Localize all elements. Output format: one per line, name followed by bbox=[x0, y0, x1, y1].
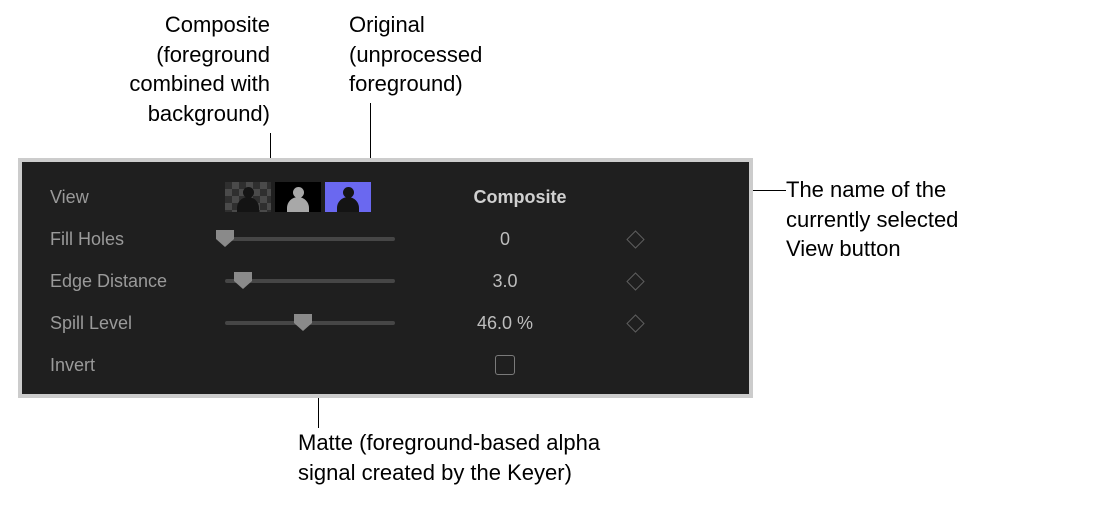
edge-distance-row: Edge Distance 3.0 bbox=[50, 260, 721, 302]
slider-thumb[interactable] bbox=[216, 230, 234, 247]
invert-label: Invert bbox=[50, 355, 225, 376]
fill-holes-row: Fill Holes 0 bbox=[50, 218, 721, 260]
spill-level-label: Spill Level bbox=[50, 313, 225, 334]
spill-level-slider[interactable] bbox=[225, 321, 395, 325]
keyframe-button[interactable] bbox=[626, 272, 644, 290]
annotation-original: Original (unprocessed foreground) bbox=[349, 10, 482, 99]
view-selected-name: Composite bbox=[473, 187, 566, 207]
view-original-button[interactable] bbox=[325, 182, 371, 212]
spill-level-value[interactable]: 46.0 % bbox=[405, 313, 605, 334]
keyer-inspector-panel: View Composite bbox=[22, 162, 749, 394]
edge-distance-value[interactable]: 3.0 bbox=[405, 271, 605, 292]
view-composite-button[interactable] bbox=[225, 182, 271, 212]
view-row: View Composite bbox=[50, 176, 721, 218]
view-label: View bbox=[50, 187, 225, 208]
fill-holes-value[interactable]: 0 bbox=[405, 229, 605, 250]
slider-thumb[interactable] bbox=[234, 272, 252, 289]
slider-thumb[interactable] bbox=[294, 314, 312, 331]
spill-level-row: Spill Level 46.0 % bbox=[50, 302, 721, 344]
view-matte-button[interactable] bbox=[275, 182, 321, 212]
keyframe-button[interactable] bbox=[626, 314, 644, 332]
annotation-matte: Matte (foreground-based alpha signal cre… bbox=[298, 428, 600, 487]
annotation-composite: Composite (foreground combined with back… bbox=[70, 10, 270, 129]
fill-holes-slider[interactable] bbox=[225, 237, 395, 241]
keyframe-button[interactable] bbox=[626, 230, 644, 248]
invert-row: Invert bbox=[50, 344, 721, 386]
inspector-panel-frame: View Composite bbox=[18, 158, 753, 398]
edge-distance-label: Edge Distance bbox=[50, 271, 225, 292]
view-button-group bbox=[225, 182, 405, 212]
fill-holes-label: Fill Holes bbox=[50, 229, 225, 250]
edge-distance-slider[interactable] bbox=[225, 279, 395, 283]
invert-checkbox[interactable] bbox=[495, 355, 515, 375]
annotation-view-name: The name of the currently selected View … bbox=[786, 175, 958, 264]
